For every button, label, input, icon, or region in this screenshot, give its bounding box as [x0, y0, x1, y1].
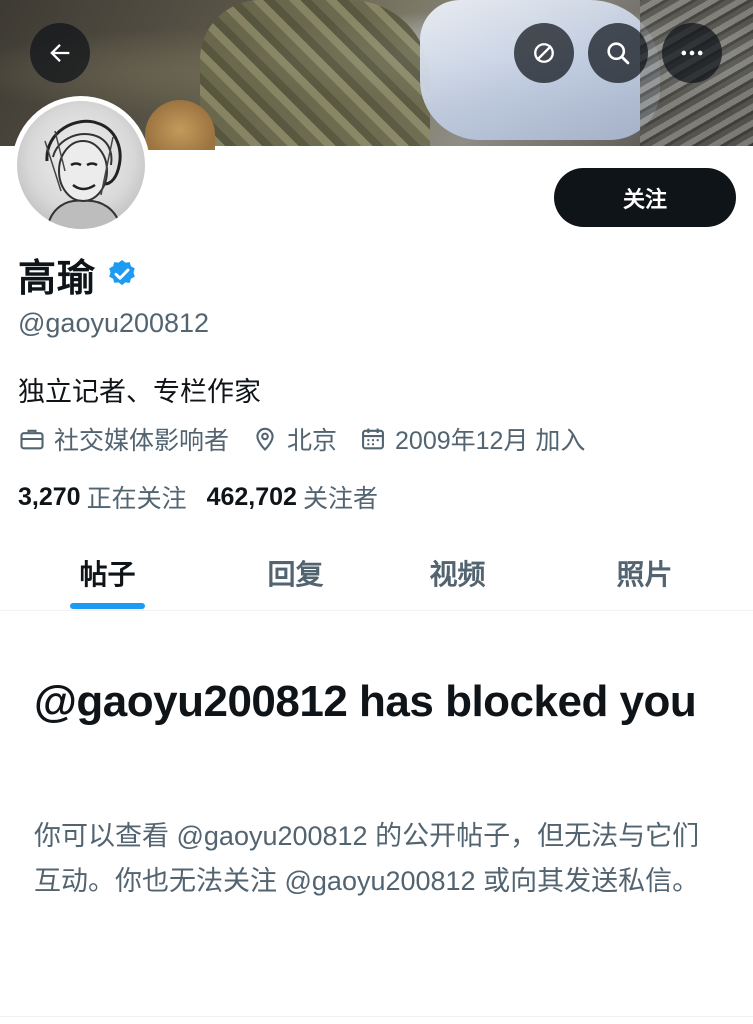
- translate-button[interactable]: [514, 23, 574, 83]
- user-bio: 独立记者、专栏作家: [18, 377, 261, 407]
- follow-button[interactable]: 关注: [554, 168, 736, 227]
- search-icon: [607, 42, 630, 65]
- joined-item: 2009年12月 加入: [359, 421, 585, 457]
- name-row: 高瑜: [18, 248, 138, 300]
- location-item: 北京: [251, 421, 337, 457]
- category-item: 社交媒体影响者: [18, 421, 229, 457]
- calendar-icon: [362, 428, 384, 450]
- blocked-description: 你可以查看 @gaoyu200812 的公开帖子，但无法与它们互动。你也无法关注…: [34, 821, 700, 896]
- avatar[interactable]: [12, 96, 150, 234]
- active-tab-indicator: [70, 603, 145, 609]
- follow-stats: 3,270 正在关注 462,702 关注者: [18, 479, 398, 515]
- following-count[interactable]: 3,270: [18, 483, 81, 512]
- location-pin-icon: [256, 427, 274, 451]
- briefcase-icon: [20, 429, 44, 450]
- profile-meta: 社交媒体影响者 北京 2009年12月 加入: [18, 422, 607, 456]
- location-label: 北京: [287, 427, 338, 455]
- profile-tabs: 帖子 回复 视频 照片: [0, 535, 753, 611]
- tab-posts[interactable]: 帖子: [40, 535, 175, 611]
- tab-replies[interactable]: 回复: [228, 535, 363, 611]
- verified-badge-icon[interactable]: [106, 258, 138, 290]
- search-button[interactable]: [588, 23, 648, 83]
- avatar-image: [17, 101, 145, 229]
- joined-label: 2009年12月 加入: [395, 427, 586, 455]
- divider: [0, 1016, 753, 1017]
- user-handle: @gaoyu200812: [18, 308, 210, 338]
- display-name: 高瑜: [18, 257, 97, 300]
- tab-videos[interactable]: 视频: [390, 535, 525, 611]
- profile-page: 关注 高瑜 @gaoyu200812 独立记者、专栏作家 社交媒体影响者 北京: [0, 0, 753, 1024]
- category-label: 社交媒体影响者: [54, 427, 230, 455]
- back-button[interactable]: [30, 23, 90, 83]
- translate-icon: [534, 43, 554, 63]
- more-horizontal-icon: [681, 50, 703, 56]
- tab-photos[interactable]: 照片: [577, 535, 712, 611]
- arrow-left-icon: [50, 44, 70, 62]
- followers-label[interactable]: 关注者: [303, 479, 378, 515]
- blocked-title: @gaoyu200812 has blocked you: [34, 677, 697, 726]
- followers-count[interactable]: 462,702: [207, 483, 297, 512]
- following-label[interactable]: 正在关注: [87, 479, 187, 515]
- more-options-button[interactable]: [662, 23, 722, 83]
- banner-soldier-figure: [200, 0, 430, 146]
